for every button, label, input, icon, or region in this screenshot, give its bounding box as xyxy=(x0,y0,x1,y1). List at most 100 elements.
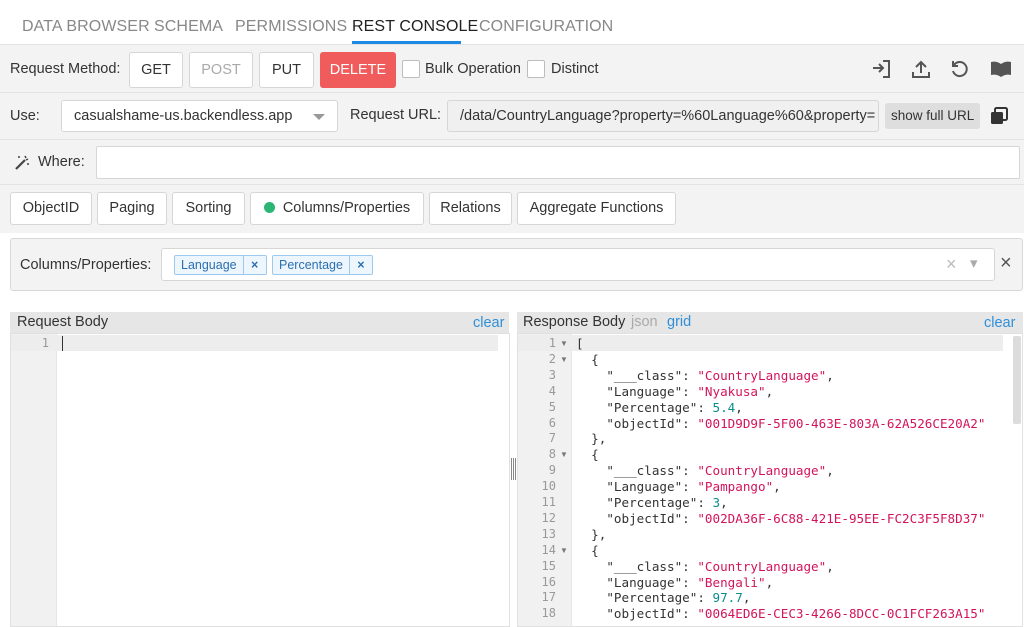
chip-label: Percentage xyxy=(273,256,350,274)
delete-button[interactable]: DELETE xyxy=(320,52,396,88)
where-bar: Where: xyxy=(0,140,1024,185)
show-full-url-button[interactable]: show full URL xyxy=(885,103,981,129)
line-number: 7 xyxy=(548,431,556,446)
tab-schema[interactable]: SCHEMA xyxy=(154,18,223,36)
request-url-field[interactable]: /data/CountryLanguage?property=%60Langua… xyxy=(447,100,879,132)
tab-configuration[interactable]: CONFIGURATION xyxy=(479,18,613,36)
columns-multiselect[interactable]: Language × Percentage × × ▾ xyxy=(161,248,995,281)
grid-view-tab[interactable]: grid xyxy=(667,314,691,330)
code-line: "Percentage": 3, xyxy=(576,495,728,510)
line-number: 13 xyxy=(541,526,556,541)
clear-all-icon[interactable]: × xyxy=(946,254,957,275)
json-key: "Percentage": xyxy=(576,590,713,606)
response-body-title: Response Body xyxy=(523,314,626,330)
column-chip-percentage: Percentage × xyxy=(272,255,373,275)
json-value: "CountryLanguage" xyxy=(697,367,827,383)
line-number: 1 xyxy=(41,336,49,350)
tab-rest-console[interactable]: REST CONSOLE xyxy=(352,18,478,36)
fold-toggle-icon[interactable]: ▼ xyxy=(560,355,568,364)
columns-properties-label: Columns/Properties xyxy=(282,200,411,216)
code-line: { xyxy=(576,351,599,367)
bulk-operation-checkbox[interactable] xyxy=(402,60,420,78)
chevron-down-icon[interactable]: ▾ xyxy=(970,254,978,272)
line-number: 4 xyxy=(548,383,556,398)
json-value: "Nyakusa" xyxy=(697,383,766,399)
code-line: "___class": "CountryLanguage", xyxy=(576,368,834,383)
use-label: Use: xyxy=(10,108,40,124)
code-line: "objectId": "002DA36F-6C88-421E-95EE-FC2… xyxy=(576,511,985,526)
json-key: "Language": xyxy=(576,574,698,590)
distinct-label: Distinct xyxy=(551,61,599,77)
aggregate-functions-button[interactable]: Aggregate Functions xyxy=(517,192,676,225)
json-punct: , xyxy=(826,558,834,574)
post-button[interactable]: POST xyxy=(189,52,253,88)
response-clear-link[interactable]: clear xyxy=(984,315,1015,331)
magic-wand-icon[interactable] xyxy=(10,151,34,175)
request-body-editor[interactable]: 1 xyxy=(10,333,510,627)
line-number: 9 xyxy=(548,463,556,478)
line-number: 12 xyxy=(541,510,556,525)
active-tab-indicator xyxy=(352,41,461,44)
upload-icon[interactable] xyxy=(909,57,933,81)
code-line: "objectId": "001D9D9F-5F00-463E-803A-62A… xyxy=(576,416,985,431)
json-value: "Bengali" xyxy=(697,574,766,590)
json-punct: , xyxy=(735,399,743,415)
close-icon[interactable]: × xyxy=(1000,252,1012,275)
fold-toggle-icon[interactable]: ▼ xyxy=(560,339,568,348)
remove-chip-icon[interactable]: × xyxy=(350,256,372,274)
get-button[interactable]: GET xyxy=(129,52,183,88)
copy-icon[interactable] xyxy=(987,104,1011,128)
line-number: 5 xyxy=(548,399,556,414)
json-key: "___class": xyxy=(576,463,698,479)
text-cursor xyxy=(62,336,63,351)
request-url-label: Request URL: xyxy=(350,107,442,123)
json-punct: , xyxy=(720,495,728,510)
request-body-header: Request Body clear xyxy=(10,312,509,334)
book-icon[interactable] xyxy=(989,57,1013,81)
code-line: "Percentage": 5.4, xyxy=(576,400,743,415)
paging-button[interactable]: Paging xyxy=(97,192,167,225)
json-value: "0064ED6E-CEC3-4266-8DCC-0C1FCF263A15" xyxy=(697,606,986,622)
app-select[interactable]: casualshame-us.backendless.app xyxy=(61,100,338,132)
undo-icon[interactable] xyxy=(948,57,972,81)
remove-chip-icon[interactable]: × xyxy=(244,256,266,274)
json-key: "Language": xyxy=(576,383,698,399)
vertical-scrollbar[interactable] xyxy=(1013,336,1021,424)
use-bar: Use: casualshame-us.backendless.app Requ… xyxy=(0,93,1024,140)
json-value: "CountryLanguage" xyxy=(697,558,827,574)
fold-toggle-icon[interactable]: ▼ xyxy=(560,450,568,459)
objectid-button[interactable]: ObjectID xyxy=(10,192,92,225)
sign-in-icon[interactable] xyxy=(869,57,893,81)
line-number: 3 xyxy=(548,367,556,382)
where-input[interactable] xyxy=(96,146,1020,179)
distinct-checkbox[interactable] xyxy=(527,60,545,78)
columns-properties-button[interactable]: Columns/Properties xyxy=(250,192,424,225)
active-indicator-icon xyxy=(263,202,275,213)
code-line: { xyxy=(576,447,599,463)
json-value: 3 xyxy=(712,495,721,510)
code-line: "___class": "CountryLanguage", xyxy=(576,559,834,574)
line-number: 1 xyxy=(548,336,556,350)
line-number: 8 xyxy=(548,447,556,462)
json-view-tab[interactable]: json xyxy=(631,314,658,330)
response-body-editor[interactable]: 1 ▼ [2 ▼ {3 "___class": "CountryLanguage", 4… xyxy=(517,333,1023,627)
fold-toggle-icon[interactable]: ▼ xyxy=(560,546,568,555)
tab-data-browser[interactable]: DATA BROWSER xyxy=(22,18,150,36)
json-value: 97.7 xyxy=(712,590,743,606)
json-key: "___class": xyxy=(576,558,698,574)
tab-permissions[interactable]: PERMISSIONS xyxy=(235,18,347,36)
active-line-highlight xyxy=(518,335,1003,351)
sorting-button[interactable]: Sorting xyxy=(172,192,245,225)
line-number: 18 xyxy=(541,606,556,621)
line-number: 2 xyxy=(548,351,556,366)
json-punct: , xyxy=(826,463,834,479)
json-value: "002DA36F-6C88-421E-95EE-FC2C3F5F8D37" xyxy=(697,510,986,526)
line-number: 6 xyxy=(548,415,556,430)
json-key: "objectId": xyxy=(576,606,698,622)
request-clear-link[interactable]: clear xyxy=(473,315,504,331)
relations-button[interactable]: Relations xyxy=(429,192,512,225)
code-line: "Language": "Nyakusa", xyxy=(576,384,773,399)
code-line: "Language": "Pampango", xyxy=(576,479,780,494)
code-line: }, xyxy=(576,526,607,542)
put-button[interactable]: PUT xyxy=(259,52,314,88)
